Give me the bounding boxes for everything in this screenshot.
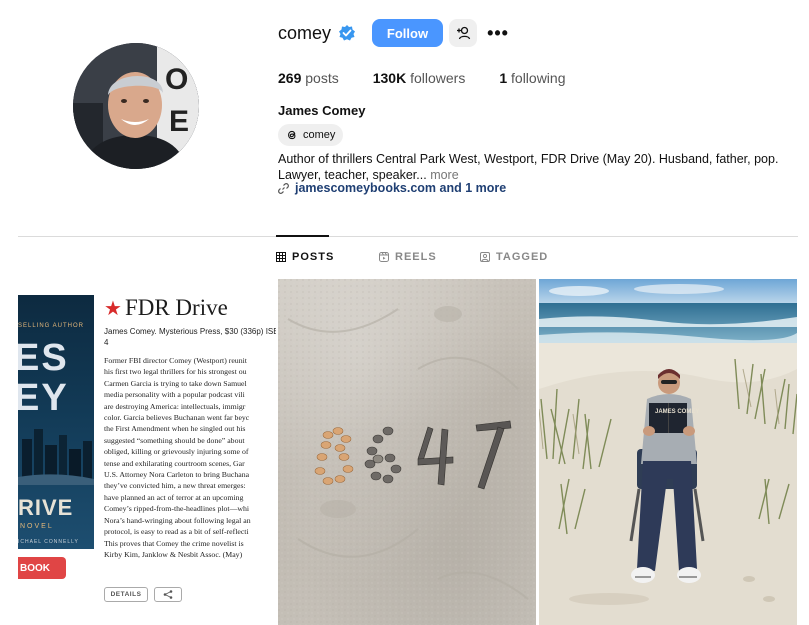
tabs-divider — [18, 236, 798, 237]
suggested-users-button[interactable] — [449, 19, 478, 47]
posts-count-stat[interactable]: 269 posts — [278, 70, 339, 86]
reels-icon — [379, 252, 389, 262]
review-body: Former FBI director Comey (Westport) reu… — [104, 355, 276, 560]
threads-badge[interactable]: comey — [278, 124, 344, 146]
add-user-icon — [456, 26, 470, 40]
share-button[interactable] — [154, 587, 182, 602]
tagged-icon — [480, 252, 490, 262]
review-body-line: Comey’s ripped-from-the-headlines plot—w… — [104, 504, 250, 514]
review-meta-line-2: 4 — [104, 338, 109, 347]
review-body-line: obliged, killing or grievously injuring … — [104, 447, 249, 457]
profile-stats: 269 posts 130K followers 1 following — [278, 70, 600, 86]
followers-stat[interactable]: 130K followers — [373, 70, 466, 86]
review-body-line: are destroying America: intellectuals, i… — [104, 401, 246, 411]
cover-author-text-2: EY — [18, 377, 69, 419]
book-cover-text: JAMES COMEY — [655, 409, 699, 415]
profile-full-name: James Comey — [278, 103, 366, 118]
review-body-line: his first two legal thrillers for his st… — [104, 367, 247, 377]
following-count: 1 — [499, 70, 508, 86]
review-body-line: have planned an act of terror at an upco… — [104, 492, 244, 502]
cover-novel-text: NOVEL — [20, 523, 54, 530]
profile-username: comey — [278, 22, 332, 43]
link-icon — [278, 182, 289, 194]
cover-title-text: RIVE — [18, 495, 74, 520]
bio-more-link[interactable]: more — [430, 168, 458, 182]
review-body-line: Nora’s hand-wringing about following leg… — [104, 515, 251, 525]
tab-posts[interactable]: POSTS — [276, 251, 334, 263]
review-body-line: This proves that Comey the crime novelis… — [104, 538, 244, 548]
threads-icon — [288, 130, 296, 140]
review-body-line: the First Amendment when he singled out … — [104, 424, 246, 434]
star-icon: ★ — [104, 297, 122, 320]
tab-reels[interactable]: REELS — [379, 251, 437, 263]
review-body-line: Kirby Kim, Janklow & Nesbit Assoc. (May) — [104, 549, 243, 559]
share-icon — [163, 590, 173, 599]
svg-text:O: O — [165, 63, 188, 96]
review-body-line: media personality with a popular podcast… — [104, 390, 245, 400]
profile-bio: Author of thrillers Central Park West, W… — [278, 151, 798, 183]
posts-label: posts — [305, 70, 339, 86]
active-tab-indicator — [276, 235, 329, 237]
post-tile-sand-shells[interactable] — [278, 279, 536, 625]
posts-count: 269 — [278, 70, 302, 86]
cover-blurb-author: ICHAEL CONNELLY — [18, 539, 79, 545]
sand-shells-photo — [278, 279, 536, 625]
follow-button[interactable]: Follow — [372, 19, 444, 47]
review-title-text: FDR Drive — [124, 295, 228, 320]
review-body-line: color. Garcia believes Buchanan went far… — [104, 413, 250, 423]
review-body-line: U.S. Attorney Nora Carleton to bring Buc… — [104, 470, 250, 480]
review-body-line: suggested “something should be done” abo… — [104, 435, 245, 445]
followers-label: followers — [410, 70, 466, 86]
profile-header-row: comey Follow ••• — [278, 18, 509, 48]
profile-avatar[interactable]: O E — [73, 43, 199, 169]
profile-website-link[interactable]: jamescomeybooks.com and 1 more — [295, 181, 506, 195]
cover-author-text-1: ES — [18, 337, 69, 379]
post-tile-beach-reading[interactable]: JAMES COMEY — [539, 279, 797, 625]
review-meta: James Comey. Mysterious Press, $30 (336p… — [104, 326, 276, 348]
review-meta-line: James Comey. Mysterious Press, $30 (336p… — [104, 327, 276, 336]
tab-posts-label: POSTS — [292, 251, 335, 263]
review-body-line: protocol, is easy to read as a bit of se… — [104, 527, 249, 537]
post-tile-review[interactable]: SELLING AUTHOR ES EY RIVE NOVEL ICHAEL C… — [18, 279, 276, 625]
book-cover-image: SELLING AUTHOR ES EY RIVE NOVEL ICHAEL C… — [18, 295, 94, 549]
grid-icon — [276, 252, 286, 262]
followers-count: 130K — [372, 70, 407, 86]
svg-text:E: E — [169, 105, 189, 138]
buy-book-button[interactable]: BOOK — [18, 557, 66, 579]
profile-links: jamescomeybooks.com and 1 more — [278, 181, 506, 195]
review-body-line: Former FBI director Comey (Westport) reu… — [104, 356, 247, 365]
tab-tagged-label: TAGGED — [496, 251, 549, 263]
avatar-photo: O E — [73, 43, 199, 169]
review-body-line: they’ve convicted him, a new threat emer… — [104, 481, 246, 491]
review-body-line: Carmen Garcia is trying to take down Sam… — [104, 378, 247, 388]
more-options-button[interactable]: ••• — [487, 19, 509, 47]
tab-reels-label: REELS — [395, 251, 437, 263]
bio-line-1: Author of thrillers Central Park West, W… — [278, 152, 779, 166]
cover-bestseller-text: SELLING AUTHOR — [18, 323, 85, 329]
tab-tagged[interactable]: TAGGED — [480, 251, 548, 263]
review-body-line: tense and exhilarating courtroom scenes,… — [104, 458, 245, 468]
details-button[interactable]: DETAILS — [104, 587, 148, 602]
review-title: ★ FDR Drive — [104, 295, 228, 321]
verified-badge-icon — [338, 24, 356, 42]
beach-reading-photo: JAMES COMEY — [539, 279, 797, 625]
cover-skyline — [18, 429, 94, 485]
bio-line-2: Lawyer, teacher, speaker... — [278, 168, 427, 182]
following-stat[interactable]: 1 following — [499, 70, 565, 86]
following-label: following — [511, 70, 566, 86]
threads-handle: comey — [303, 129, 336, 141]
